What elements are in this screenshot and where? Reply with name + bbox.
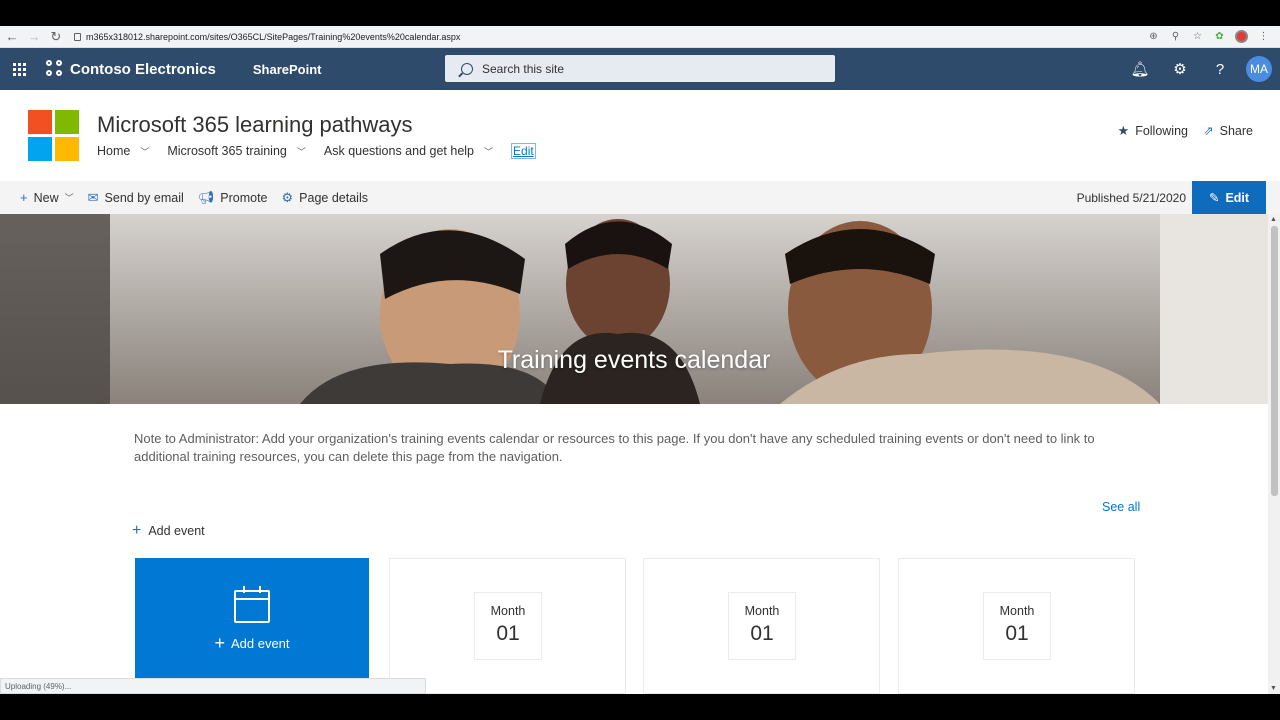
- administrator-note: Note to Administrator: Add your organiza…: [134, 431, 1095, 464]
- promote-label: Promote: [220, 190, 268, 205]
- add-event-link[interactable]: + Add event: [132, 522, 205, 540]
- search-box[interactable]: Search this site: [445, 55, 835, 82]
- event-card[interactable]: Month 01: [898, 558, 1135, 694]
- plus-icon: +: [132, 522, 142, 539]
- nav-item-ask-questions[interactable]: Ask questions and get help ﹀: [324, 144, 493, 158]
- event-day: 01: [1005, 622, 1029, 645]
- address-bar[interactable]: m365x318012.sharepoint.com/sites/O365CL/…: [74, 32, 460, 42]
- following-label: Following: [1135, 124, 1188, 138]
- star-icon: ★: [1117, 123, 1130, 138]
- send-email-label: Send by email: [104, 190, 184, 205]
- nav-edit-link[interactable]: Edit: [511, 143, 536, 159]
- pencil-icon: ✎: [1208, 191, 1220, 205]
- suite-actions: 🔔︎ ⚙ ? MA: [1120, 48, 1272, 90]
- page-scrollbar[interactable]: ▲ ▼: [1268, 214, 1280, 694]
- event-date: Month 01: [474, 592, 542, 660]
- nav-item-home[interactable]: Home ﹀: [97, 144, 149, 158]
- site-navigation: Home ﹀ Microsoft 365 training ﹀ Ask ques…: [97, 143, 536, 159]
- edit-page-button[interactable]: ✎ Edit: [1192, 181, 1266, 214]
- new-label: New: [33, 190, 59, 205]
- edit-label: Edit: [1225, 190, 1250, 205]
- hero-photo: [0, 214, 1268, 404]
- event-date: Month 01: [728, 592, 796, 660]
- suite-bar: Contoso Electronics SharePoint Search th…: [0, 48, 1280, 90]
- org-name: Contoso Electronics: [70, 60, 216, 78]
- profile-record-icon[interactable]: [1235, 30, 1248, 43]
- install-icon[interactable]: ⊕: [1147, 30, 1160, 43]
- published-status: Published 5/21/2020: [1076, 191, 1186, 205]
- megaphone-icon: 📢︎: [197, 189, 215, 205]
- top-letterbox: [0, 0, 1280, 26]
- add-event-tile-text: Add event: [230, 636, 290, 651]
- scroll-up-arrow-icon[interactable]: ▲: [1270, 216, 1277, 223]
- scrollbar-thumb[interactable]: [1271, 226, 1278, 496]
- chevron-down-icon: ﹀: [484, 146, 494, 157]
- nav-label: Ask questions and get help: [323, 144, 474, 158]
- add-event-link-label: Add event: [148, 524, 205, 538]
- forward-arrow-icon[interactable]: →: [24, 27, 44, 47]
- back-arrow-icon[interactable]: ←: [2, 27, 22, 47]
- add-event-tile[interactable]: + Add event: [135, 558, 369, 694]
- gear-icon[interactable]: ⚙: [1160, 48, 1200, 90]
- hero-title: Training events calendar: [497, 346, 771, 374]
- following-button[interactable]: ★ Following: [1118, 123, 1188, 139]
- zoom-icon[interactable]: ⚲: [1169, 30, 1182, 43]
- share-icon: ⇗: [1203, 124, 1214, 138]
- share-button[interactable]: ⇗ Share: [1203, 123, 1253, 139]
- org-brand[interactable]: Contoso Electronics: [46, 60, 216, 78]
- chevron-down-icon: ﹀: [296, 146, 306, 157]
- bottom-letterbox: [0, 694, 1280, 720]
- plus-icon: +: [20, 190, 28, 205]
- app-name[interactable]: SharePoint: [253, 62, 322, 77]
- page-details-label: Page details: [299, 190, 368, 205]
- event-month: Month: [999, 604, 1035, 618]
- promote-button[interactable]: 📢︎ Promote: [198, 190, 268, 206]
- help-icon[interactable]: ?: [1200, 48, 1240, 90]
- chevron-down-icon: ﹀: [140, 146, 150, 157]
- scroll-down-arrow-icon[interactable]: ▼: [1270, 685, 1277, 692]
- share-label: Share: [1219, 123, 1253, 138]
- page-canvas: Training events calendar Note to Adminis…: [0, 214, 1268, 694]
- add-event-tile-label: + Add event: [135, 633, 369, 654]
- site-header: Microsoft 365 learning pathways Home ﹀ M…: [0, 90, 1280, 181]
- new-button[interactable]: + New ﹀: [20, 190, 74, 205]
- lock-icon: [74, 32, 81, 41]
- event-card[interactable]: Month 01: [389, 558, 626, 694]
- bell-icon[interactable]: 🔔︎: [1120, 48, 1160, 90]
- contoso-logo-icon: [46, 60, 64, 78]
- event-day: 01: [750, 622, 774, 645]
- bookmark-star-icon[interactable]: ☆: [1191, 30, 1204, 43]
- event-date: Month 01: [983, 592, 1051, 660]
- mail-icon: ✉: [87, 189, 99, 205]
- avatar[interactable]: MA: [1246, 56, 1272, 82]
- site-title[interactable]: Microsoft 365 learning pathways: [97, 112, 413, 138]
- nav-label: Home: [97, 144, 131, 158]
- event-month: Month: [490, 604, 526, 618]
- browser-status-bar: Uploading (49%)...: [0, 678, 426, 694]
- browser-actions: ⊕ ⚲ ☆ ✿ ⋮: [1147, 30, 1270, 43]
- see-all-link[interactable]: See all: [1102, 500, 1140, 514]
- search-placeholder: Search this site: [482, 61, 565, 76]
- browser-menu-icon[interactable]: ⋮: [1257, 30, 1270, 43]
- hero-banner: Training events calendar: [0, 214, 1268, 404]
- page-details-button[interactable]: ⚙ Page details: [282, 190, 368, 206]
- nav-label: Microsoft 365 training: [167, 144, 287, 158]
- app-launcher-waffle-icon[interactable]: [0, 48, 38, 90]
- search-icon: [461, 62, 473, 75]
- reload-icon[interactable]: ↻: [46, 27, 66, 47]
- chevron-down-icon: ﹀: [64, 193, 74, 203]
- event-month: Month: [744, 604, 780, 618]
- command-bar: + New ﹀ ✉ Send by email 📢︎ Promote ⚙ Pag…: [0, 181, 1280, 214]
- microsoft-logo[interactable]: [28, 110, 79, 161]
- event-card[interactable]: Month 01: [643, 558, 880, 694]
- send-by-email-button[interactable]: ✉ Send by email: [88, 190, 184, 206]
- gear-icon: ⚙: [281, 189, 294, 205]
- plus-icon: +: [214, 633, 225, 653]
- url-text: m365x318012.sharepoint.com/sites/O365CL/…: [86, 31, 461, 42]
- nav-item-microsoft-365-training[interactable]: Microsoft 365 training ﹀: [167, 144, 306, 158]
- calendar-icon: [234, 586, 270, 623]
- browser-toolbar: ← → ↻ m365x318012.sharepoint.com/sites/O…: [0, 26, 1280, 48]
- event-day: 01: [496, 622, 520, 645]
- extension-icon[interactable]: ✿: [1213, 30, 1226, 43]
